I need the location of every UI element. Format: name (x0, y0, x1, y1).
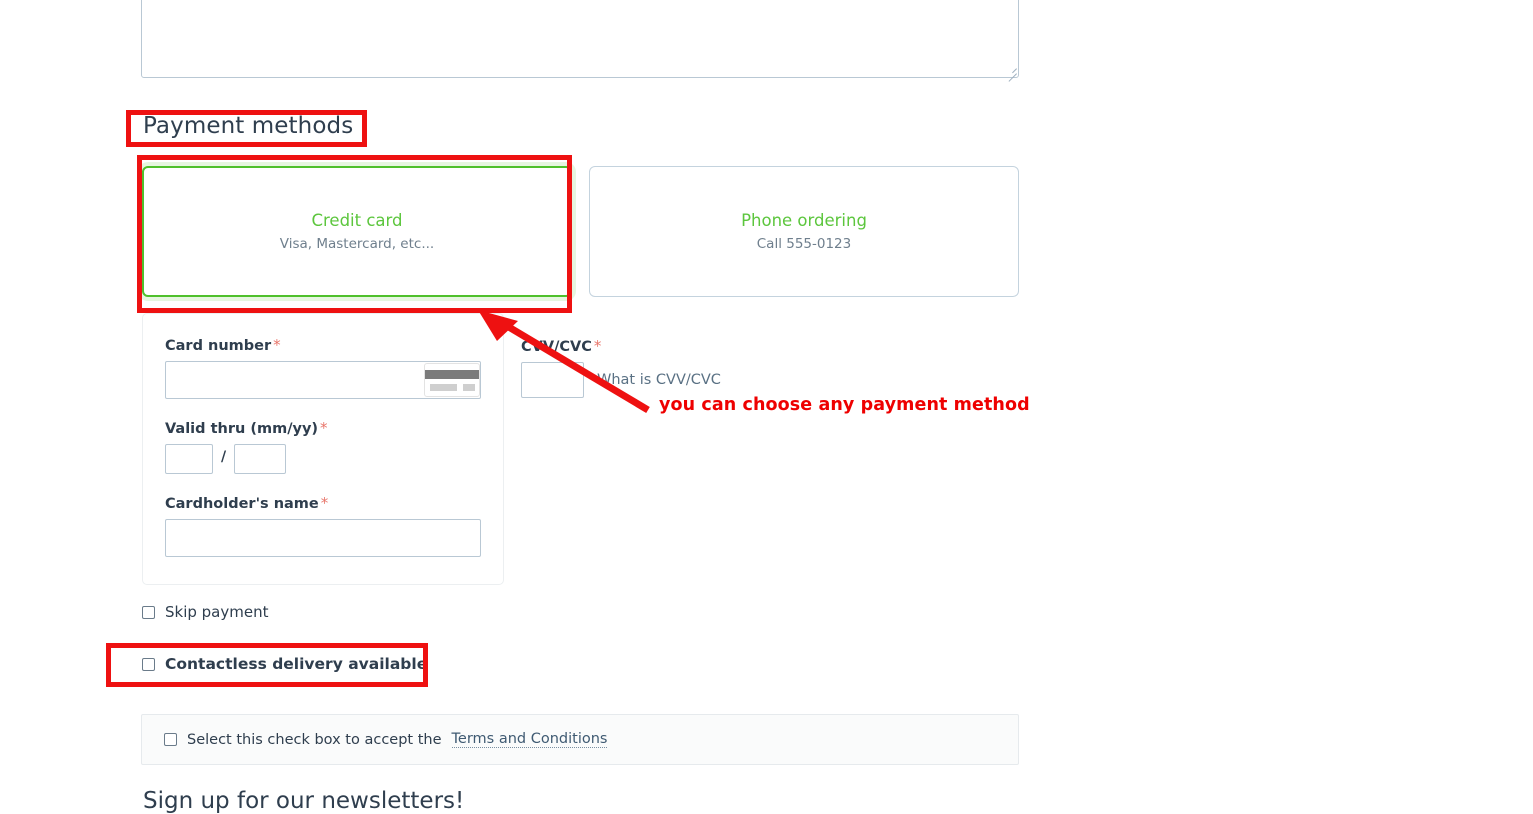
annotation-callout-text: you can choose any payment method (659, 395, 1030, 415)
contactless-delivery-row[interactable]: Contactless delivery available (142, 655, 427, 673)
accept-terms-checkbox[interactable] (164, 733, 177, 746)
payment-method-title: Credit card (311, 211, 403, 231)
payment-method-phone-ordering[interactable]: Phone ordering Call 555-0123 (589, 166, 1019, 297)
skip-payment-checkbox[interactable] (142, 605, 155, 619)
required-asterisk: * (320, 419, 328, 437)
accept-terms-label: Select this check box to accept the (187, 731, 442, 748)
page-title: Payment methods (143, 113, 354, 139)
contactless-delivery-label: Contactless delivery available (165, 655, 428, 673)
valid-thru-label: Valid thru (mm/yy) * (165, 419, 328, 437)
valid-thru-label-text: Valid thru (mm/yy) (165, 421, 319, 437)
required-asterisk: * (593, 337, 602, 355)
cardholder-name-label: Cardholder's name * (165, 494, 328, 512)
required-asterisk: * (320, 494, 329, 512)
cvv-input[interactable] (521, 362, 584, 398)
terms-panel: Select this check box to accept the Term… (141, 714, 1019, 765)
payment-method-subtitle: Visa, Mastercard, etc... (279, 235, 435, 252)
card-number-label-text: Card number (165, 338, 272, 354)
required-asterisk: * (273, 336, 281, 354)
payment-method-subtitle: Call 555-0123 (756, 235, 852, 252)
terms-and-conditions-link[interactable]: Terms and Conditions (451, 731, 608, 748)
cardholder-name-label-text: Cardholder's name (165, 496, 319, 512)
valid-thru-month-input[interactable] (165, 444, 213, 474)
terms-row[interactable]: Select this check box to accept the Term… (164, 715, 608, 764)
valid-thru-year-input[interactable] (234, 444, 286, 474)
credit-card-icon (424, 363, 480, 397)
payment-method-credit-card[interactable]: Credit card Visa, Mastercard, etc... (142, 166, 572, 297)
cardholder-name-input[interactable] (165, 519, 481, 557)
newsletter-heading: Sign up for our newsletters! (143, 788, 465, 814)
skip-payment-label: Skip payment (165, 603, 269, 621)
card-number-label: Card number * (165, 336, 281, 354)
skip-payment-row[interactable]: Skip payment (142, 603, 268, 621)
cvv-help-text[interactable]: What is CVV/CVC (597, 372, 721, 388)
cvv-label: CVV/CVC * (521, 337, 601, 355)
valid-thru-separator: / (221, 449, 227, 465)
contactless-delivery-checkbox[interactable] (142, 657, 155, 671)
payment-method-title: Phone ordering (741, 211, 867, 231)
order-notes-textarea[interactable] (141, 0, 1019, 78)
cvv-label-text: CVV/CVC (521, 339, 592, 355)
